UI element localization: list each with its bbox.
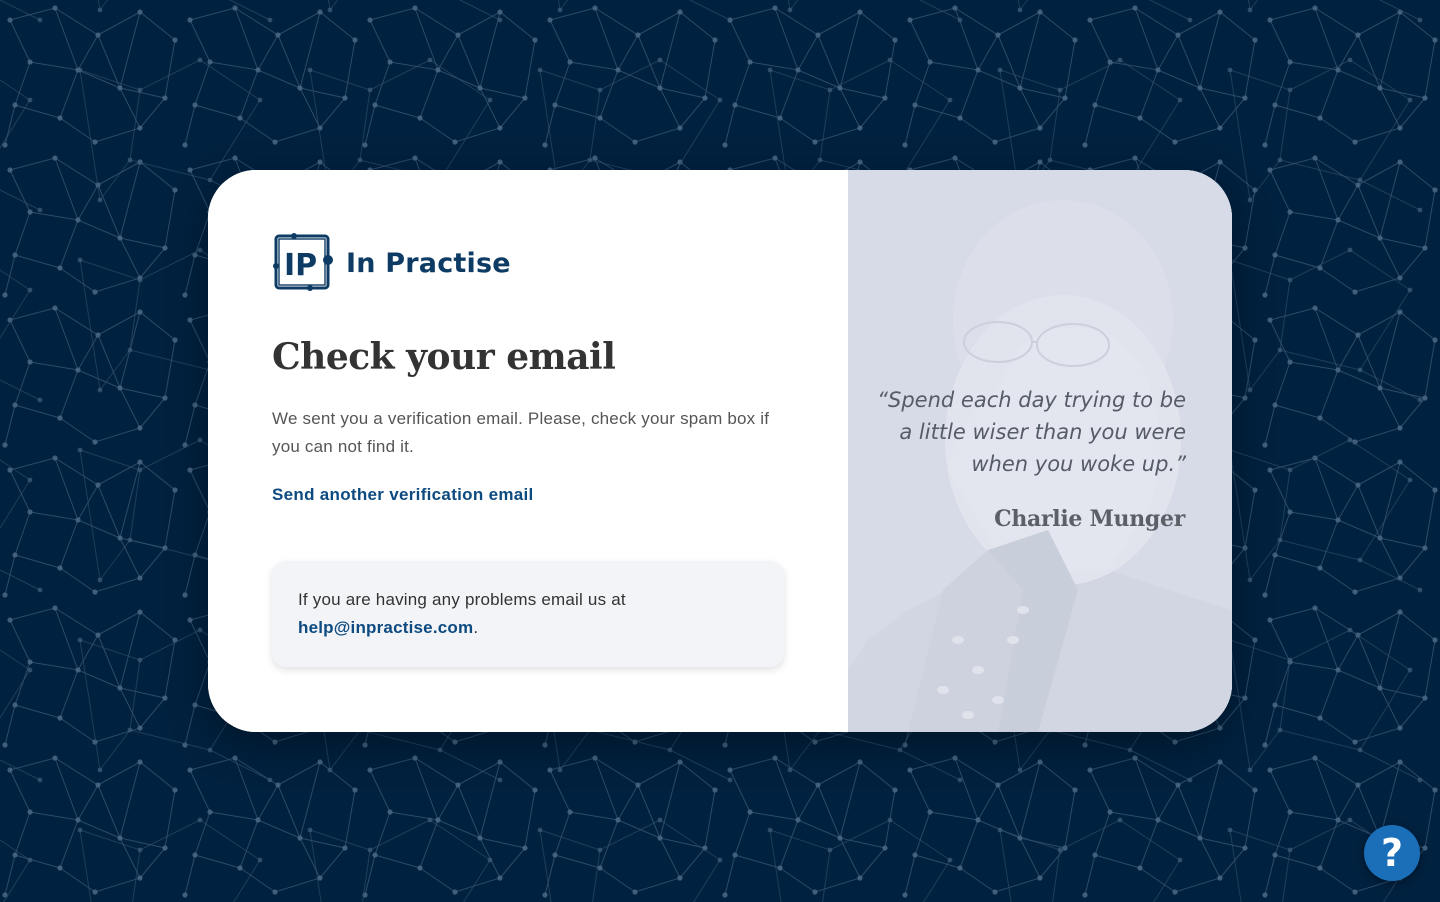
question-icon: ? bbox=[1380, 831, 1404, 875]
help-notice-text: If you are having any problems email us … bbox=[298, 586, 758, 642]
verification-card: IP In Practise Check your email We sent … bbox=[208, 170, 1232, 732]
quote-panel: “Spend each day trying to be a little wi… bbox=[848, 170, 1232, 732]
ip-logo-icon: IP bbox=[273, 233, 333, 291]
help-email-link[interactable]: help@inpractise.com bbox=[298, 618, 473, 637]
quote-author: Charlie Munger bbox=[994, 506, 1185, 532]
card-content-panel: IP In Practise Check your email We sent … bbox=[208, 170, 848, 732]
page-title: Check your email bbox=[272, 336, 616, 378]
quote-text: “Spend each day trying to be a little wi… bbox=[877, 388, 1186, 476]
verification-description: We sent you a verification email. Please… bbox=[272, 409, 770, 456]
help-chat-button[interactable]: ? bbox=[1364, 825, 1420, 881]
svg-text:IP: IP bbox=[284, 248, 317, 283]
help-notice-box: If you are having any problems email us … bbox=[272, 561, 784, 667]
brand-logo[interactable]: IP In Practise bbox=[272, 232, 511, 294]
help-text-suffix: . bbox=[473, 618, 479, 637]
resend-verification-link[interactable]: Send another verification email bbox=[272, 485, 534, 505]
brand-name: In Practise bbox=[346, 247, 511, 279]
help-text-prefix: If you are having any problems email us … bbox=[298, 590, 626, 609]
